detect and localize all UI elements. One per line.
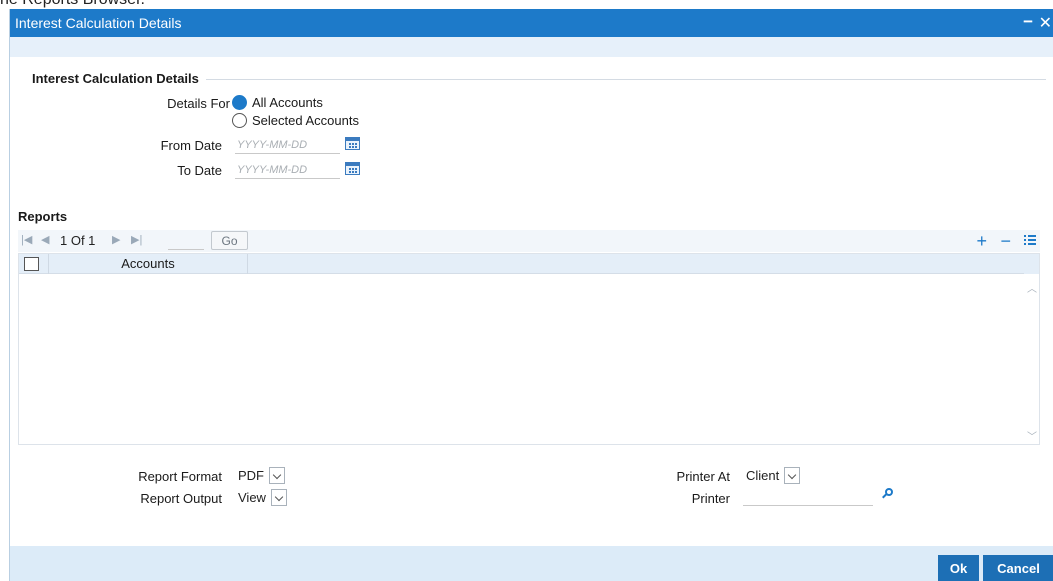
section-title-interest: Interest Calculation Details xyxy=(32,71,199,86)
list-view-icon[interactable] xyxy=(1024,235,1036,246)
to-date-label: To Date xyxy=(177,163,222,178)
from-date-input[interactable] xyxy=(235,137,340,154)
search-icon[interactable] xyxy=(881,487,895,501)
interest-calculation-window: Interest Calculation Details − ✕ Interes… xyxy=(9,9,1053,581)
printer-input[interactable] xyxy=(743,487,873,506)
scrollbar-header-cell xyxy=(1024,254,1039,274)
radio-selected-accounts-label: Selected Accounts xyxy=(252,113,359,128)
from-date-label: From Date xyxy=(160,138,222,153)
last-page-icon[interactable]: ▶| xyxy=(131,233,142,246)
details-for-label: Details For xyxy=(167,96,230,111)
chevron-down-icon xyxy=(784,466,801,484)
report-output-label: Report Output xyxy=(140,491,222,506)
close-icon[interactable]: ✕ xyxy=(1039,13,1052,33)
report-format-label: Report Format xyxy=(138,469,222,484)
go-button[interactable]: Go xyxy=(211,231,248,250)
delete-row-icon[interactable]: − xyxy=(1000,230,1011,252)
section-title-reports: Reports xyxy=(18,209,68,224)
grid-vertical-scrollbar[interactable]: ︿ ﹀ xyxy=(1024,254,1039,444)
printer-label: Printer xyxy=(691,491,730,506)
page-indicator: 1 Of 1 xyxy=(60,233,96,248)
report-output-value: View xyxy=(238,489,266,505)
printer-at-select[interactable]: Client xyxy=(743,466,801,484)
minimize-icon[interactable]: − xyxy=(1023,12,1033,32)
report-format-select[interactable]: PDF xyxy=(235,466,285,484)
radio-all-accounts[interactable]: All Accounts xyxy=(232,95,323,110)
section-divider xyxy=(206,79,1046,80)
radio-selected-accounts[interactable]: Selected Accounts xyxy=(232,113,359,128)
add-row-icon[interactable]: + xyxy=(976,230,987,252)
to-date-calendar-icon[interactable] xyxy=(345,162,360,175)
footer-bar: Ok Cancel xyxy=(10,546,1053,581)
report-output-select[interactable]: View xyxy=(235,488,287,506)
window-titlebar: Interest Calculation Details − ✕ xyxy=(10,9,1053,37)
column-header-accounts: Accounts xyxy=(49,254,248,274)
reports-grid: Accounts ︿ ﹀ xyxy=(18,253,1040,445)
grid-header-row: Accounts xyxy=(19,254,1025,274)
radio-all-accounts-label: All Accounts xyxy=(252,95,323,110)
from-date-calendar-icon[interactable] xyxy=(345,137,360,150)
page-number-input[interactable] xyxy=(168,232,204,250)
to-date-input[interactable] xyxy=(235,162,340,179)
report-format-value: PDF xyxy=(238,467,264,483)
select-all-checkbox[interactable] xyxy=(24,257,39,271)
first-page-icon[interactable]: |◀ xyxy=(21,233,32,246)
scroll-down-icon[interactable]: ﹀ xyxy=(1027,428,1037,443)
printer-at-label: Printer At xyxy=(676,469,730,484)
prev-page-icon[interactable]: ◀ xyxy=(41,233,49,246)
document-caption: he Reports Browser. xyxy=(0,0,145,9)
chevron-down-icon xyxy=(270,488,287,506)
next-page-icon[interactable]: ▶ xyxy=(112,233,120,246)
ok-button[interactable]: Ok xyxy=(938,555,979,581)
window-title: Interest Calculation Details xyxy=(15,15,182,31)
radio-checked-icon xyxy=(232,95,247,110)
toolbar-strip xyxy=(10,37,1053,57)
radio-unchecked-icon xyxy=(232,113,247,128)
scroll-up-icon[interactable]: ︿ xyxy=(1027,280,1037,295)
reports-grid-navigation: |◀ ◀ 1 Of 1 ▶ ▶| Go + − xyxy=(18,230,1040,252)
chevron-down-icon xyxy=(269,466,285,484)
cancel-button[interactable]: Cancel xyxy=(983,555,1053,581)
printer-at-value: Client xyxy=(746,467,780,483)
